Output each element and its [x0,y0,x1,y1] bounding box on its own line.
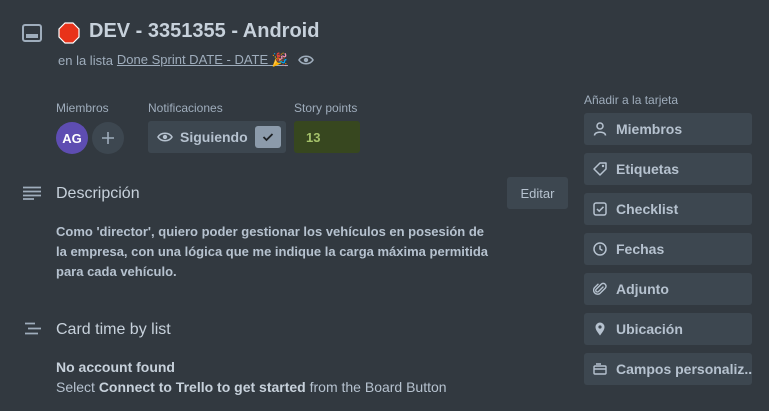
description-icon [23,186,41,200]
story-points-value[interactable]: 13 [294,121,360,153]
custom-fields-icon [593,363,607,375]
sidebar-dates-label: Fechas [616,241,665,257]
sidebar-members-button[interactable]: Miembros [584,113,752,145]
connect-instructions: Select Connect to Trello to get started … [56,379,447,395]
watch-button[interactable]: Siguiendo [148,121,286,153]
sidebar-custom-fields-label: Campos personaliz... [616,361,752,377]
description-text[interactable]: Como 'director', quiero poder gestionar … [56,222,496,282]
sidebar-location-button[interactable]: Ubicación [584,313,752,345]
paperclip-icon [593,282,607,295]
list-link[interactable]: Done Sprint DATE - DATE 🎉 [117,52,288,68]
notifications-label: Notificaciones [148,101,223,115]
sidebar-attachment-button[interactable]: Adjunto [584,273,752,305]
location-pin-icon [595,322,605,336]
sidebar-dates-button[interactable]: Fechas [584,233,752,265]
connect-bold: Connect to Trello to get started [98,379,306,395]
edit-description-button[interactable]: Editar [507,177,568,209]
list-prefix: en la lista [58,52,113,68]
person-icon [593,122,607,136]
sidebar-location-label: Ubicación [616,321,683,337]
clock-icon [593,242,607,256]
eye-icon [298,55,314,65]
sidebar-labels-label: Etiquetas [616,161,680,177]
sidebar-checklist-button[interactable]: Checklist [584,193,752,225]
watch-label: Siguiendo [180,129,248,145]
sidebar-labels-button[interactable]: Etiquetas [584,153,752,185]
card-title[interactable]: DEV - 3351355 - Android [89,20,319,43]
sidebar-members-label: Miembros [616,121,683,137]
stop-sign-icon [58,22,80,44]
add-member-button[interactable] [92,122,124,154]
sidebar-attachment-label: Adjunto [616,281,669,297]
checklist-icon [593,202,607,216]
members-label: Miembros [56,101,109,115]
sidebar-checklist-label: Checklist [616,201,679,217]
add-to-card-title: Añadir a la tarjeta [584,93,679,107]
card-time-icon [25,322,41,335]
tag-icon [593,162,607,176]
list-location: en la lista Done Sprint DATE - DATE 🎉 [58,52,314,68]
connect-prefix: Select [56,379,95,395]
check-icon [255,126,281,148]
card-icon [22,24,42,42]
avatar[interactable]: AG [56,122,88,154]
eye-icon [157,132,173,142]
card-time-title: Card time by list [56,321,171,338]
story-points-label: Story points [294,101,358,115]
connect-suffix: from the Board Button [309,379,447,395]
sidebar-custom-fields-button[interactable]: Campos personaliz... [584,353,752,385]
no-account-text: No account found [56,359,175,375]
description-title: Descripción [56,185,140,202]
plus-icon [102,132,114,144]
